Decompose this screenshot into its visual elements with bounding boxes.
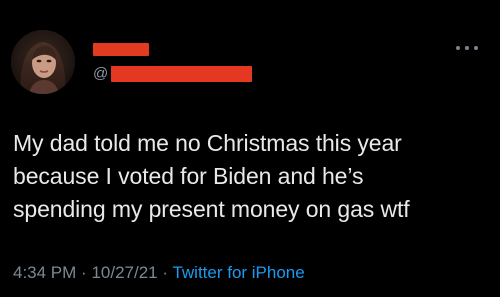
- more-dot: [465, 46, 469, 50]
- meta-separator: ·: [162, 263, 173, 282]
- tweet-source-link[interactable]: Twitter for iPhone: [172, 263, 304, 282]
- tweet-date[interactable]: 10/27/21: [91, 263, 157, 282]
- avatar[interactable]: [11, 30, 75, 94]
- avatar-photo: [11, 30, 75, 94]
- tweet-text-line: My dad told me no Christmas this year: [13, 130, 402, 156]
- handle-row[interactable]: @: [93, 64, 253, 84]
- tweet-meta: 4:34 PM · 10/27/21 · Twitter for iPhone: [13, 262, 305, 284]
- handle-prefix: @: [93, 65, 109, 82]
- handle-redacted: [111, 66, 253, 82]
- more-dots-icon[interactable]: [456, 42, 478, 54]
- more-dot: [456, 46, 460, 50]
- tweet-card: @ My dad told me no Christmas this year …: [0, 0, 500, 297]
- tweet-text-line: spending my present money on gas wtf: [13, 196, 410, 222]
- tweet-text: My dad told me no Christmas this year be…: [13, 127, 493, 226]
- tweet-text-line: because I voted for Biden and he’s: [13, 163, 364, 189]
- display-name-redacted[interactable]: [93, 43, 149, 56]
- meta-separator: ·: [81, 263, 92, 282]
- tweet-time[interactable]: 4:34 PM: [13, 263, 76, 282]
- more-dot: [474, 46, 478, 50]
